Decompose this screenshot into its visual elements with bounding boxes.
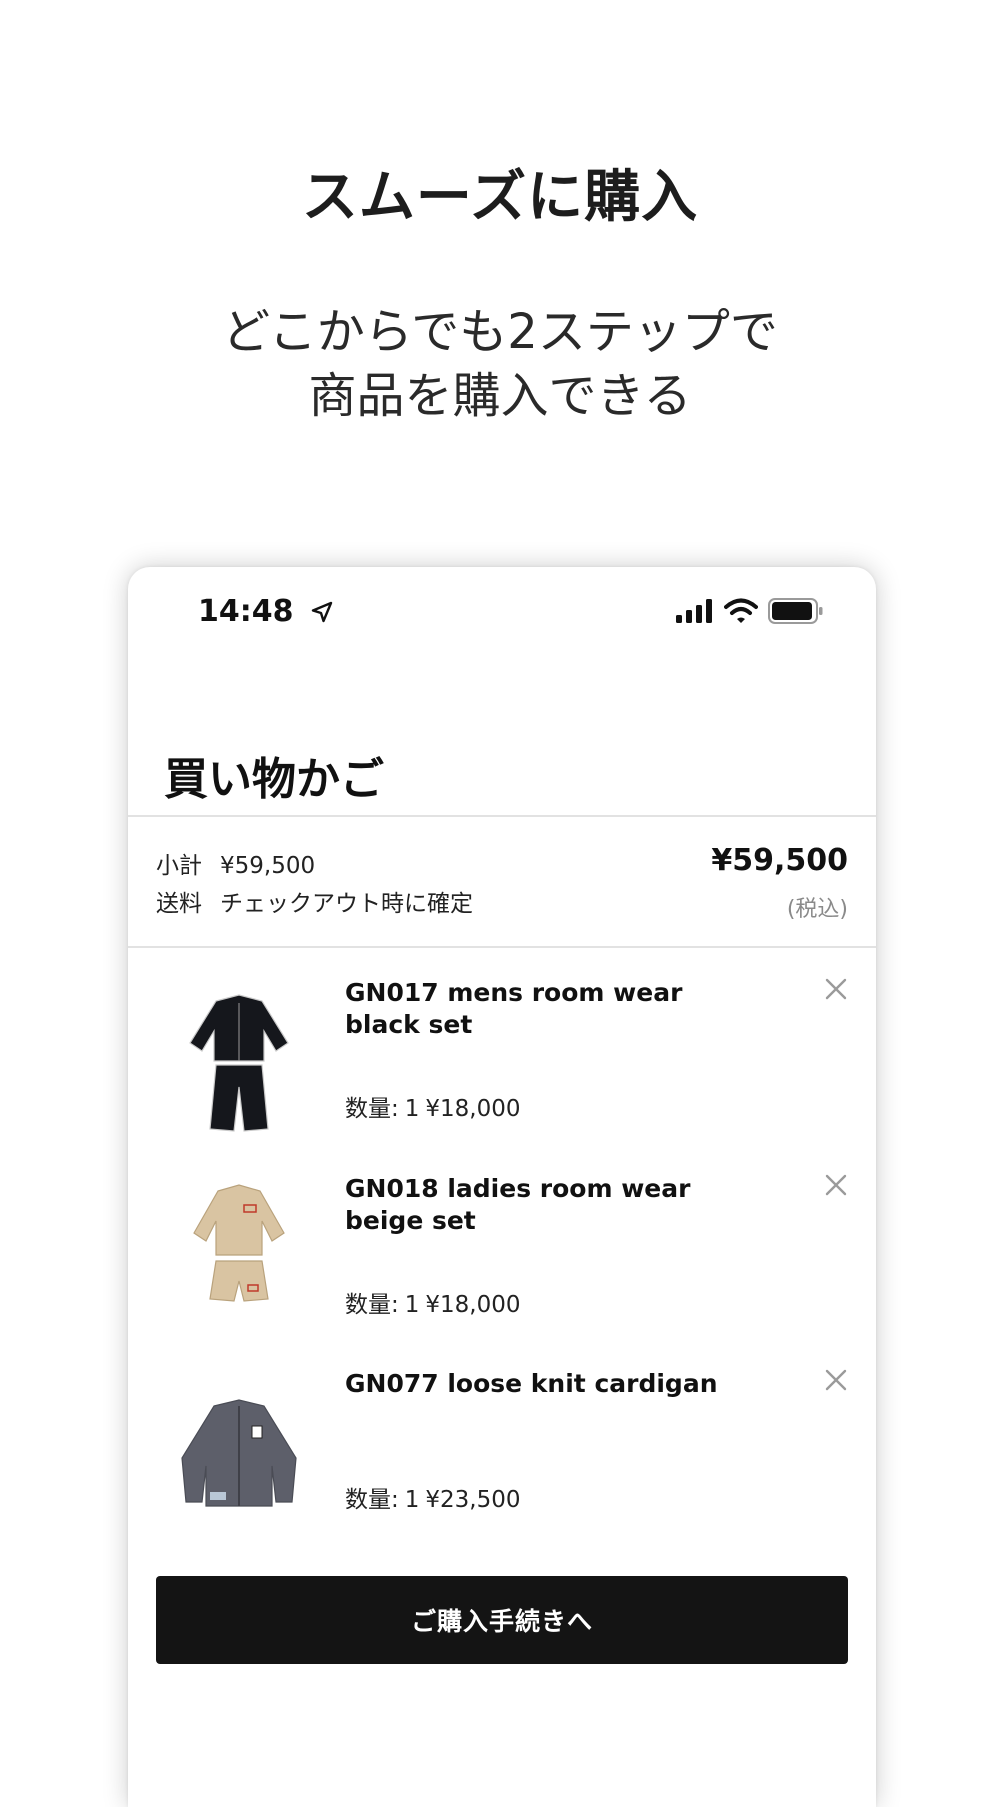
cart-total: ¥59,500 [711, 843, 848, 878]
remove-item-icon[interactable] [822, 975, 850, 1003]
shipping-row: 送料 チェックアウト時に確定 [156, 885, 473, 923]
item-meta: 数量: 1 ¥18,000 [345, 1285, 521, 1319]
item-qty: 1 [404, 1292, 420, 1318]
shipping-label: 送料 [156, 891, 202, 917]
location-arrow-icon [311, 601, 333, 622]
header-divider [128, 815, 876, 817]
wifi-icon [724, 598, 758, 623]
remove-item-icon[interactable] [822, 1171, 850, 1199]
item-price: ¥18,000 [425, 1096, 521, 1122]
promo-title: スムーズに購入 [301, 165, 699, 230]
promo-subtitle-line1: どこからでも2ステップで [222, 304, 778, 360]
status-time: 14:48 [198, 593, 334, 629]
item-meta: 数量: 1 ¥18,000 [345, 1089, 521, 1123]
subtotal-row: 小計 ¥59,500 [156, 847, 473, 885]
subtotal-value: ¥59,500 [220, 853, 316, 879]
item-qty-label: 数量: [345, 1096, 399, 1122]
item-name[interactable]: GN017 mens room wear black set [345, 977, 765, 1041]
item-name[interactable]: GN077 loose knit cardigan [345, 1368, 765, 1400]
cart-item: GN017 mens room wear black set 数量: 1 ¥18,0… [128, 967, 876, 1157]
checkout-button[interactable]: ご購入手続きへ [156, 1576, 848, 1664]
cart-item: GN077 loose knit cardigan 数量: 1 ¥23,500 [128, 1358, 876, 1548]
promo-subtitle: どこからでも2ステップで 商品を購入できる [0, 300, 1000, 428]
cellular-signal-icon [676, 599, 712, 623]
cart-item: GN018 ladies room wear beige set 数量: 1 ¥18… [128, 1163, 876, 1353]
cart-summary: 小計 ¥59,500 送料 チェックアウト時に確定 [156, 847, 473, 923]
battery-icon [768, 598, 823, 624]
product-image-black-roomwear[interactable] [164, 979, 314, 1144]
item-qty: 1 [404, 1096, 420, 1122]
item-name[interactable]: GN018 ladies room wear beige set [345, 1173, 765, 1237]
subtotal-label: 小計 [156, 853, 202, 879]
shipping-value: チェックアウト時に確定 [220, 891, 473, 917]
remove-item-icon[interactable] [822, 1366, 850, 1394]
cart-title: 買い物かご [164, 754, 384, 805]
item-qty: 1 [404, 1487, 420, 1513]
tax-note: (税込) [786, 897, 848, 922]
item-meta: 数量: 1 ¥23,500 [345, 1480, 521, 1514]
item-qty-label: 数量: [345, 1487, 399, 1513]
product-image-knit-cardigan[interactable] [164, 1370, 314, 1535]
status-time-text: 14:48 [198, 594, 294, 629]
product-image-beige-roomwear[interactable] [164, 1175, 314, 1340]
promo-subtitle-line2: 商品を購入できる [308, 368, 692, 424]
status-indicators [676, 597, 824, 625]
phone-screen: 14:48 買い物かご 小計 ¥59,500 送料 チェックアウト時に確定 ¥5… [128, 567, 876, 1807]
item-price: ¥18,000 [425, 1292, 521, 1318]
item-price: ¥23,500 [425, 1487, 521, 1513]
summary-divider [128, 946, 876, 948]
item-qty-label: 数量: [345, 1292, 399, 1318]
